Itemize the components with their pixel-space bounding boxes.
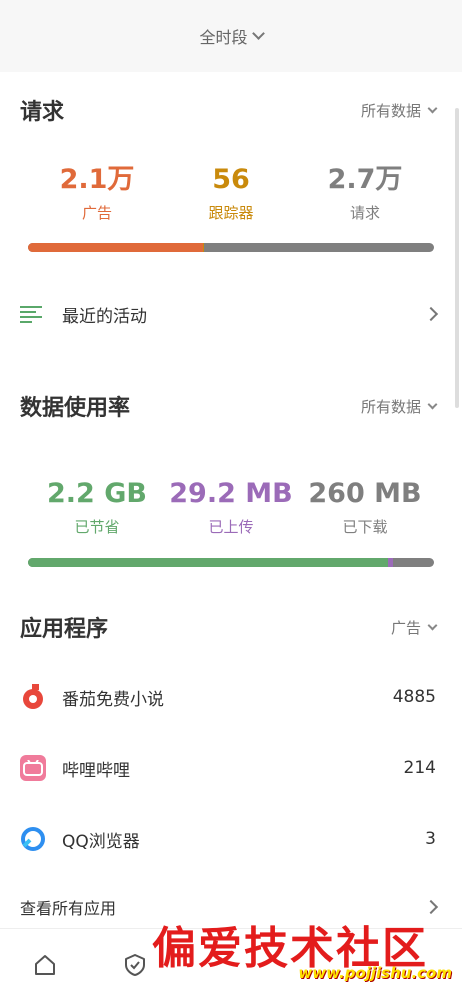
- saved-value: 2.2 GB: [47, 478, 147, 509]
- chevron-down-icon: [427, 103, 438, 113]
- recent-activity-row[interactable]: 最近的活动: [20, 300, 439, 328]
- shield-icon[interactable]: [120, 950, 150, 980]
- requests-title: 请求: [20, 100, 65, 125]
- stat-uploaded: 29.2 MB 已上传: [166, 478, 296, 537]
- apps-header: 应用程序 广告: [20, 611, 438, 643]
- app-row-tomato-novel[interactable]: 番茄免费小说 4885: [20, 683, 436, 711]
- chevron-down-icon: [251, 27, 265, 40]
- top-bar: 全时段: [0, 0, 462, 72]
- app-count: 214: [403, 758, 436, 778]
- data-usage-filter[interactable]: 所有数据: [360, 396, 438, 417]
- requests-value: 2.7万: [327, 164, 403, 195]
- trackers-bar-segment: [202, 243, 204, 252]
- downloaded-value: 260 MB: [308, 478, 422, 509]
- downloaded-label: 已下载: [342, 518, 388, 536]
- app-name: 番茄免费小说: [62, 689, 164, 710]
- requests-filter-label: 所有数据: [360, 101, 421, 120]
- uploaded-value: 29.2 MB: [169, 478, 293, 509]
- bilibili-icon: [20, 755, 46, 781]
- requests-filter[interactable]: 所有数据: [360, 100, 438, 121]
- uploaded-bar-segment: [388, 558, 393, 567]
- qq-browser-icon: [20, 826, 46, 852]
- trackers-label: 跟踪器: [208, 204, 254, 222]
- period-selector[interactable]: 全时段: [199, 24, 265, 48]
- saved-bar-segment: [28, 558, 389, 567]
- saved-label: 已节省: [74, 518, 120, 536]
- uploaded-label: 已上传: [208, 518, 254, 536]
- stat-requests: 2.7万 请求: [300, 164, 430, 223]
- app-name: QQ浏览器: [62, 831, 140, 852]
- ads-bar-segment: [28, 243, 203, 252]
- chevron-down-icon: [427, 399, 438, 409]
- stat-saved: 2.2 GB 已节省: [32, 478, 162, 537]
- data-usage-filter-label: 所有数据: [360, 397, 421, 416]
- apps-filter[interactable]: 广告: [390, 617, 438, 638]
- requests-stats: 2.1万 广告 56 跟踪器 2.7万 请求: [0, 164, 462, 223]
- data-usage-header: 数据使用率 所有数据: [20, 390, 438, 422]
- requests-label: 请求: [349, 204, 380, 222]
- stat-trackers: 56 跟踪器: [166, 164, 296, 223]
- trackers-value: 56: [212, 164, 250, 195]
- app-row-bilibili[interactable]: 哔哩哔哩 214: [20, 754, 436, 782]
- watermark: 偏爱技术社区 www.pojjishu.com: [152, 912, 452, 982]
- requests-progress-bar: [28, 243, 434, 252]
- app-name: 哔哩哔哩: [62, 760, 130, 781]
- ads-label: 广告: [81, 204, 112, 222]
- app-row-qq-browser[interactable]: QQ浏览器 3: [20, 825, 436, 853]
- app-count: 3: [425, 829, 436, 849]
- watermark-url: www.pojjishu.com: [298, 964, 452, 982]
- stat-ads: 2.1万 广告: [32, 164, 162, 223]
- ads-value: 2.1万: [59, 164, 135, 195]
- list-icon: [20, 306, 42, 323]
- requests-header: 请求 所有数据: [20, 94, 438, 126]
- stat-downloaded: 260 MB 已下载: [300, 478, 430, 537]
- apps-title: 应用程序: [20, 617, 109, 642]
- recent-activity-label: 最近的活动: [62, 306, 147, 327]
- apps-filter-label: 广告: [390, 618, 421, 637]
- data-usage-progress-bar: [28, 558, 434, 567]
- chevron-down-icon: [427, 620, 438, 630]
- data-usage-stats: 2.2 GB 已节省 29.2 MB 已上传 260 MB 已下载: [0, 478, 462, 537]
- data-usage-title: 数据使用率: [20, 396, 131, 421]
- home-icon[interactable]: [30, 950, 60, 980]
- tomato-novel-icon: [20, 684, 46, 710]
- app-count: 4885: [392, 687, 436, 707]
- period-label: 全时段: [199, 28, 248, 47]
- scrollbar[interactable]: [455, 108, 459, 408]
- chevron-right-icon: [423, 306, 439, 322]
